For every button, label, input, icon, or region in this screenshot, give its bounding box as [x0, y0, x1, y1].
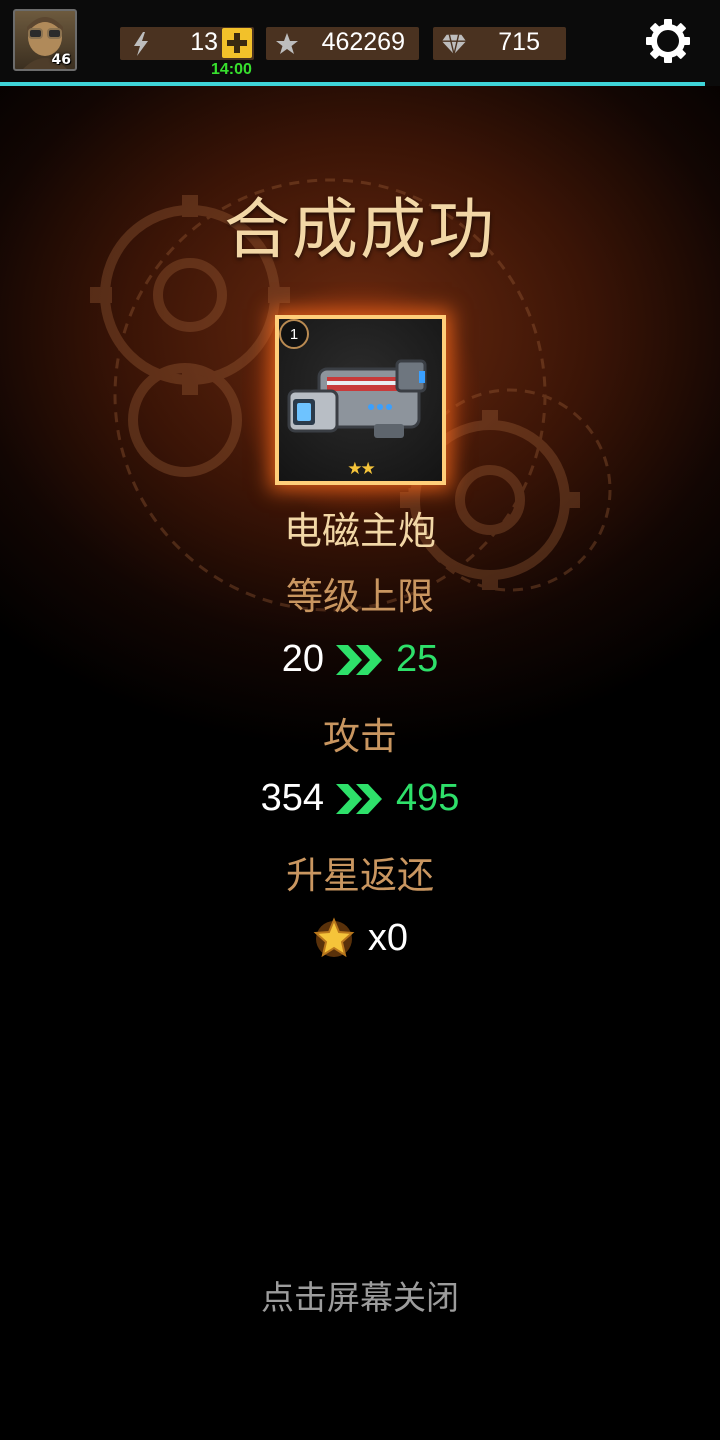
- double-chevron-right-icon: [336, 644, 382, 675]
- star-icon: [274, 31, 300, 57]
- lightning-icon: [128, 31, 154, 57]
- synthesis-success-title: 合成成功: [224, 191, 496, 268]
- attack-from: 354: [260, 777, 324, 819]
- item-quantity-badge: 1: [279, 319, 309, 349]
- gold-star-icon: [313, 917, 355, 958]
- plus-icon: [227, 33, 247, 53]
- item-star-rating: ★★: [347, 459, 375, 479]
- item-card[interactable]: 1 ★★: [275, 315, 446, 485]
- settings-button[interactable]: [645, 18, 691, 64]
- top-bar-accent-line: [0, 82, 705, 86]
- star-value: 462269: [321, 28, 405, 56]
- gem-counter: 715: [433, 27, 566, 60]
- level-cap-change: 20 25: [0, 638, 720, 681]
- player-avatar[interactable]: 46: [13, 9, 77, 71]
- star-refund-label: 升星返还: [286, 854, 434, 897]
- item-name: 电磁主炮: [283, 509, 436, 553]
- level-cap-to: 25: [396, 638, 439, 680]
- add-energy-button[interactable]: [222, 28, 252, 58]
- attack-change: 354 495: [0, 777, 720, 820]
- energy-timer: 14:00: [211, 61, 252, 78]
- energy-value: 13: [190, 28, 218, 56]
- star-refund: x0: [0, 916, 720, 960]
- attack-label: 攻击: [323, 715, 397, 758]
- energy-counter: 13: [120, 27, 254, 60]
- level-cap-from: 20: [281, 638, 324, 680]
- star-refund-count: x0: [367, 916, 409, 959]
- player-level: 46: [51, 52, 71, 68]
- double-chevron-right-icon: [336, 783, 382, 814]
- diamond-icon: [441, 31, 467, 57]
- level-cap-label: 等级上限: [286, 575, 434, 618]
- gear-icon: [646, 19, 690, 63]
- tap-to-close-hint[interactable]: 点击屏幕关闭: [0, 1271, 720, 1319]
- gem-value: 715: [498, 28, 540, 56]
- attack-to: 495: [396, 777, 460, 819]
- star-counter: 462269: [266, 27, 419, 60]
